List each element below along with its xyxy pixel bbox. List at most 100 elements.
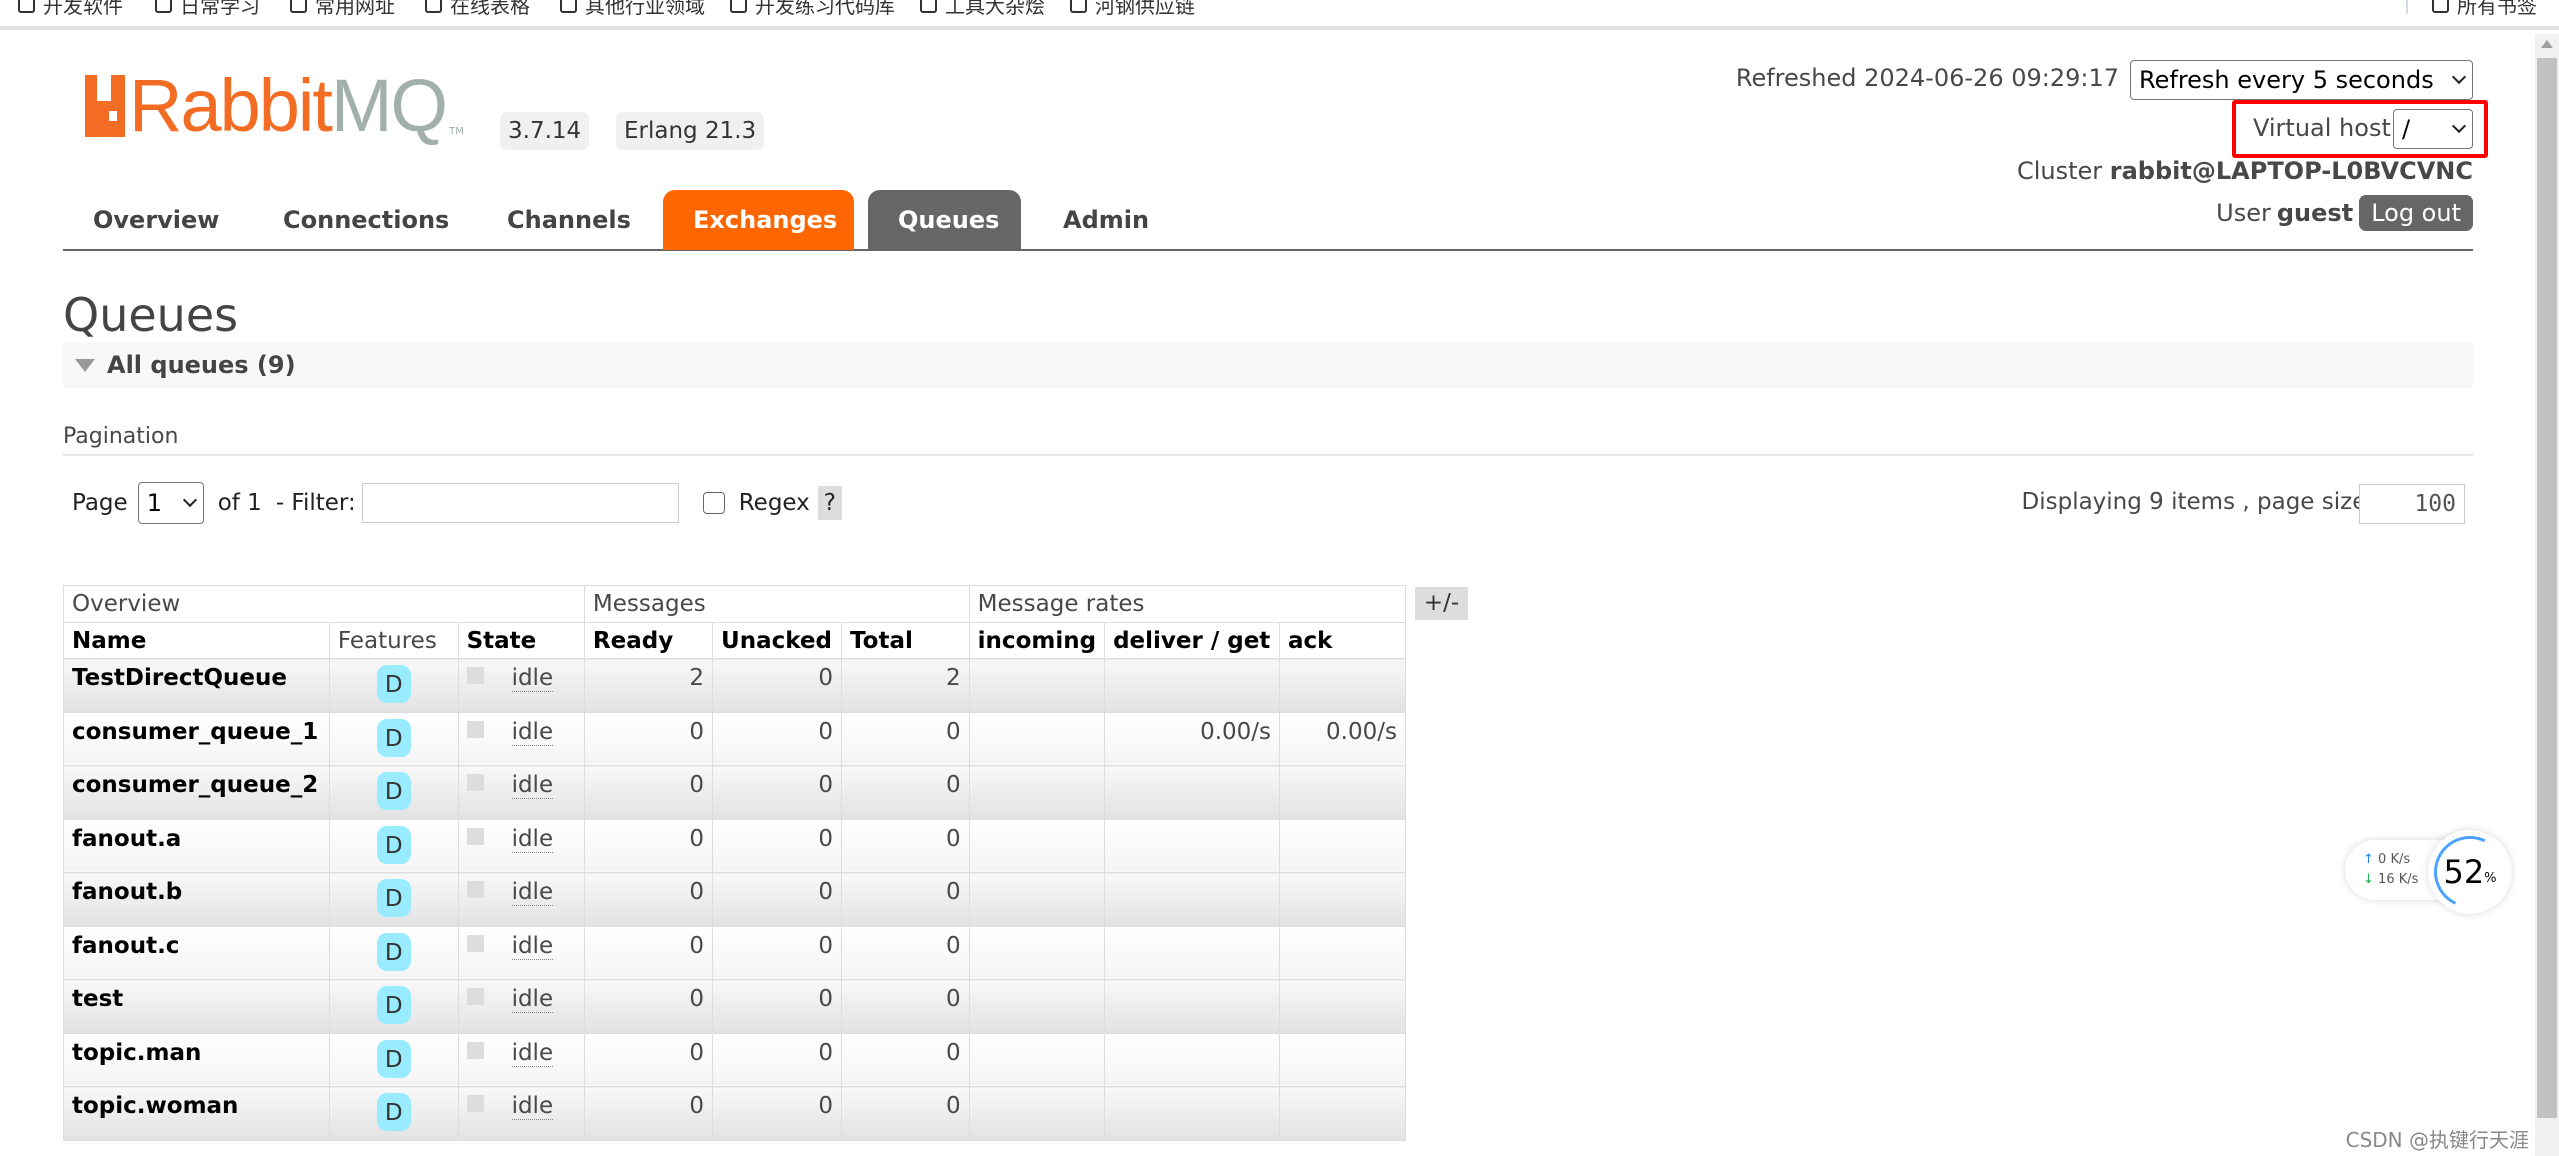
scroll-up-icon[interactable] xyxy=(2541,40,2553,48)
page-title: Queues xyxy=(63,288,239,342)
tab-admin[interactable]: Admin xyxy=(1033,190,1179,250)
page-count: of 1 xyxy=(217,490,262,516)
ready-count: 0 xyxy=(583,1032,714,1087)
ack-rate xyxy=(1279,925,1406,980)
queue-name-link[interactable]: test xyxy=(72,986,123,1012)
regex-help-button[interactable]: ? xyxy=(817,486,843,520)
scrollbar[interactable] xyxy=(2535,34,2559,1156)
bookmark-label: 所有书签 xyxy=(2457,0,2537,18)
state-indicator-icon xyxy=(466,1041,484,1059)
col-name[interactable]: Name xyxy=(63,622,330,659)
folder-icon xyxy=(560,0,577,13)
queue-name-link[interactable]: fanout.c xyxy=(72,933,179,959)
cluster-info: Cluster rabbit@LAPTOP-L0BVCVNC xyxy=(2017,157,2473,185)
ack-rate xyxy=(1279,658,1406,713)
folder-icon xyxy=(18,0,35,13)
unacked-count: 0 xyxy=(712,979,843,1034)
queue-name-link[interactable]: TestDirectQueue xyxy=(72,665,287,691)
tab-connections[interactable]: Connections xyxy=(253,190,479,250)
total-count: 2 xyxy=(841,658,970,713)
tab-queues[interactable]: Queues xyxy=(868,190,1021,250)
bookmark-label: 其他行业领域 xyxy=(585,0,705,18)
tab-overview[interactable]: Overview xyxy=(63,190,249,250)
vhost-select[interactable]: / xyxy=(2393,109,2473,149)
table-row[interactable]: topic.man Didle 0 0 0 xyxy=(63,1032,1406,1087)
col-ack[interactable]: ack xyxy=(1279,622,1406,659)
queue-name-link[interactable]: consumer_queue_1 xyxy=(72,719,318,745)
vhost-select-value: / xyxy=(2402,115,2411,143)
bookmark-folder[interactable]: 常用网址 xyxy=(290,0,395,19)
durable-badge: D xyxy=(376,825,411,864)
queue-name-link[interactable]: consumer_queue_2 xyxy=(72,772,318,798)
download-unit: K/s xyxy=(2398,872,2419,887)
regex-checkbox[interactable] xyxy=(702,492,725,514)
durable-badge: D xyxy=(376,665,411,703)
table-row[interactable]: consumer_queue_2 Didle 0 0 0 xyxy=(63,765,1406,820)
durable-badge: D xyxy=(376,932,411,971)
bookmark-folder[interactable]: 河钢供应链 xyxy=(1070,0,1195,19)
ready-count: 0 xyxy=(583,711,714,766)
total-count: 0 xyxy=(841,1086,970,1141)
page-select[interactable]: 1 xyxy=(137,482,204,524)
refresh-interval-select[interactable]: Refresh every 5 seconds xyxy=(2130,60,2473,100)
bookmark-folder[interactable]: 在线表格 xyxy=(425,0,530,19)
queue-name-link[interactable]: fanout.a xyxy=(72,826,181,852)
page-select-value: 1 xyxy=(146,489,162,517)
col-deliver-get[interactable]: deliver / get xyxy=(1104,622,1281,659)
bookmark-folder[interactable]: 日常学习 xyxy=(155,0,260,19)
bookmark-folder[interactable]: 开发练习代码库 xyxy=(730,0,895,19)
csdn-watermark: CSDN @执键行天涯 xyxy=(2345,1128,2529,1152)
col-ready[interactable]: Ready xyxy=(583,622,714,659)
state-label: idle xyxy=(511,1093,554,1120)
state-indicator-icon xyxy=(466,774,484,791)
all-bookmarks[interactable]: 所有书签 xyxy=(2432,0,2537,19)
col-total[interactable]: Total xyxy=(841,622,970,659)
col-unacked[interactable]: Unacked xyxy=(712,622,843,659)
memory-usage-gauge[interactable]: 52% xyxy=(2423,825,2517,919)
tab-exchanges[interactable]: Exchanges xyxy=(663,190,854,250)
deliver-rate xyxy=(1104,1032,1281,1087)
unacked-count: 0 xyxy=(712,658,843,713)
section-title: All queues (9) xyxy=(107,351,296,379)
table-row[interactable]: topic.woman Didle 0 0 0 xyxy=(63,1086,1406,1141)
total-count: 0 xyxy=(841,711,970,766)
durable-badge: D xyxy=(376,986,411,1024)
bookmark-folder[interactable]: 开发软件 xyxy=(18,0,123,19)
ack-rate xyxy=(1279,818,1406,873)
bookmark-folder[interactable]: 其他行业领域 xyxy=(560,0,705,19)
incoming-rate xyxy=(968,711,1106,766)
table-row[interactable]: test Didle 0 0 0 xyxy=(63,979,1406,1034)
table-row[interactable]: TestDirectQueue Didle 2 0 2 xyxy=(63,658,1406,713)
group-message-rates: Message rates xyxy=(968,585,1407,623)
all-queues-section-toggle[interactable]: All queues (9) xyxy=(63,342,2473,388)
scrollbar-thumb[interactable] xyxy=(2537,58,2557,1118)
state-label: idle xyxy=(511,879,554,906)
col-incoming[interactable]: incoming xyxy=(968,622,1106,659)
incoming-rate xyxy=(968,818,1106,873)
table-row[interactable]: fanout.a Didle 0 0 0 xyxy=(63,818,1406,873)
durable-badge: D xyxy=(376,718,411,757)
state-label: idle xyxy=(511,932,554,960)
ack-rate xyxy=(1279,872,1406,927)
total-count: 0 xyxy=(841,818,970,873)
vhost-label: Virtual host xyxy=(2253,114,2391,142)
total-count: 0 xyxy=(841,872,970,927)
queue-name-link[interactable]: fanout.b xyxy=(72,879,182,905)
state-label: idle xyxy=(511,1039,554,1067)
col-state[interactable]: State xyxy=(457,622,585,659)
queue-name-link[interactable]: topic.man xyxy=(72,1040,201,1066)
page-size-input[interactable] xyxy=(2359,484,2465,524)
bookmark-folder[interactable]: 工具大杂烩 xyxy=(920,0,1045,19)
table-row[interactable]: fanout.b Didle 0 0 0 xyxy=(63,872,1406,927)
table-row[interactable]: consumer_queue_1 Didle 0 0 0 0.00/s 0.00/s xyxy=(63,711,1406,766)
toggle-columns-button[interactable]: +/- xyxy=(1415,587,1468,620)
bookmark-label: 日常学习 xyxy=(180,0,260,18)
deliver-rate xyxy=(1104,979,1281,1034)
queue-name-link[interactable]: topic.woman xyxy=(72,1093,238,1119)
table-row[interactable]: fanout.c Didle 0 0 0 xyxy=(63,925,1406,980)
filter-input[interactable] xyxy=(361,483,679,523)
arrow-down-icon: ↓ xyxy=(2363,872,2374,887)
durable-badge: D xyxy=(376,1039,411,1078)
tab-channels[interactable]: Channels xyxy=(477,190,661,250)
incoming-rate xyxy=(968,1086,1106,1141)
